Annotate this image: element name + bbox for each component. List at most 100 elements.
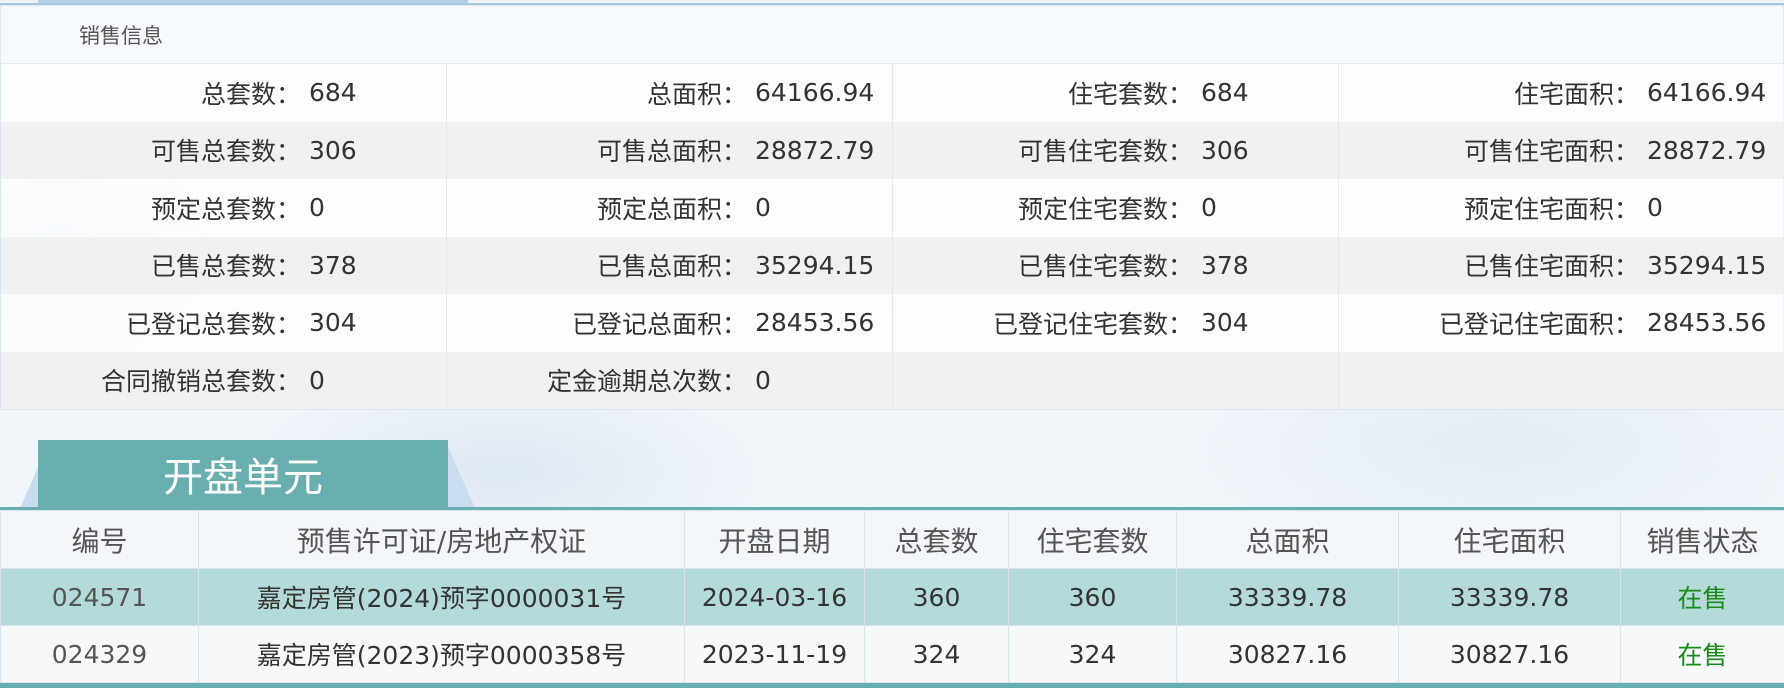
sales-label: 可售住宅套数： <box>1017 137 1193 167</box>
sales-label: 合同撤销总套数： <box>100 367 301 397</box>
sales-info-grid: 总套数： 684 总面积： 64166.94 住宅套数： 684 住宅面积： 64166… <box>1 64 1784 409</box>
sales-cell: 可售住宅面积： 28872.79 <box>1339 122 1784 180</box>
sales-value: 35294.15 <box>1647 250 1767 280</box>
sales-cell <box>1339 352 1784 410</box>
sales-cell: 可售总套数： 306 <box>1 121 447 179</box>
sales-label: 已登记总面积： <box>571 309 747 339</box>
open-units-table: 编号 预售许可证/房地产权证 开盘日期 总套数 住宅套数 总面积 住宅面积 销售… <box>0 510 1784 683</box>
sales-value: 306 <box>1201 135 1249 165</box>
column-header-residential-area: 住宅面积 <box>1398 510 1621 569</box>
table-row[interactable]: 024571 嘉定房管(2024)预字0000031号 2024-03-16 3… <box>0 568 1784 626</box>
open-date: 2023-11-19 <box>684 625 865 683</box>
sales-row: 已登记总套数： 304 已登记总面积： 28453.56 已登记住宅套数： 304 已… <box>1 294 1784 352</box>
total-units: 360 <box>864 568 1009 626</box>
unit-id: 024571 <box>0 568 199 626</box>
sales-value: 378 <box>1201 250 1249 280</box>
sales-value: 378 <box>309 250 357 280</box>
column-header-permit: 预售许可证/房地产权证 <box>198 510 685 569</box>
sale-status: 在售 <box>1620 625 1784 683</box>
sales-info-section: 销售信息 总套数： 684 总面积： 64166.94 住宅套数： 684 住宅面积：… <box>0 5 1784 410</box>
sales-value: 0 <box>309 365 325 395</box>
sales-label: 定金逾期总次数： <box>546 367 747 397</box>
residential-units: 360 <box>1008 568 1177 626</box>
sales-value: 304 <box>309 308 357 338</box>
unit-id: 024329 <box>0 625 199 683</box>
sales-label: 住宅套数： <box>1067 79 1193 109</box>
sales-value: 0 <box>1647 193 1663 223</box>
column-header-sale-status: 销售状态 <box>1620 510 1784 569</box>
residential-area: 33339.78 <box>1398 568 1621 626</box>
sale-status: 在售 <box>1620 568 1784 626</box>
sales-value: 306 <box>309 135 357 165</box>
sales-value: 684 <box>309 78 357 108</box>
sales-label: 可售总套数： <box>150 137 301 167</box>
total-units: 324 <box>864 625 1009 683</box>
sales-cell: 总面积： 64166.94 <box>447 64 893 122</box>
sales-row: 预定总套数： 0 预定总面积： 0 预定住宅套数： 0 预定住宅面积： 0 <box>1 179 1784 237</box>
sales-row: 总套数： 684 总面积： 64166.94 住宅套数： 684 住宅面积： 64166… <box>1 64 1784 122</box>
sales-value: 0 <box>755 193 771 223</box>
sales-label: 预定住宅面积： <box>1463 194 1639 224</box>
sales-cell: 合同撤销总套数： 0 <box>1 351 447 409</box>
sales-cell: 已售住宅面积： 35294.15 <box>1339 237 1784 295</box>
sales-cell: 定金逾期总次数： 0 <box>447 351 893 409</box>
sales-value: 28872.79 <box>1647 135 1767 165</box>
sales-cell: 预定总面积： 0 <box>447 179 893 237</box>
sales-row: 合同撤销总套数： 0 定金逾期总次数： 0 <box>1 351 1784 410</box>
sales-cell: 已登记住宅面积： 28453.56 <box>1339 294 1784 352</box>
column-header-id: 编号 <box>0 510 199 569</box>
sales-cell: 已售总套数： 378 <box>1 236 447 294</box>
sales-value: 64166.94 <box>1647 78 1767 108</box>
sales-cell: 已登记总套数： 304 <box>1 294 447 352</box>
sales-cell <box>893 351 1339 409</box>
total-area: 30827.16 <box>1176 625 1399 683</box>
sales-row: 可售总套数： 306 可售总面积： 28872.79 可售住宅套数： 306 可售住宅… <box>1 121 1784 180</box>
sales-cell: 预定住宅套数： 0 <box>893 179 1339 237</box>
sales-cell: 已登记住宅套数： 304 <box>893 294 1339 352</box>
table-header-row: 编号 预售许可证/房地产权证 开盘日期 总套数 住宅套数 总面积 住宅面积 销售… <box>0 510 1784 569</box>
sales-value: 28453.56 <box>1647 308 1767 338</box>
sales-label: 已售总面积： <box>596 252 747 282</box>
sales-label: 总套数： <box>200 79 301 109</box>
sales-label: 已登记住宅面积： <box>1438 309 1639 339</box>
sales-cell: 已登记总面积： 28453.56 <box>447 294 893 352</box>
sales-value: 0 <box>309 193 325 223</box>
total-area: 33339.78 <box>1176 568 1399 626</box>
sales-label: 已售住宅面积： <box>1463 252 1639 282</box>
open-date: 2024-03-16 <box>684 568 865 626</box>
sales-cell: 已售住宅套数： 378 <box>893 236 1339 294</box>
sales-label: 可售总面积： <box>596 137 747 167</box>
table-row[interactable]: 024329 嘉定房管(2023)预字0000358号 2023-11-19 3… <box>0 625 1784 683</box>
sales-info-title: 销售信息 <box>1 6 1783 64</box>
column-header-open-date: 开盘日期 <box>684 510 865 569</box>
sales-cell: 可售总面积： 28872.79 <box>447 121 893 179</box>
sales-value: 304 <box>1201 308 1249 338</box>
residential-units: 324 <box>1008 625 1177 683</box>
sales-value: 64166.94 <box>755 78 875 108</box>
sales-cell: 住宅套数： 684 <box>893 64 1339 122</box>
sales-value: 28453.56 <box>755 308 875 338</box>
open-units-tab[interactable]: 开盘单元 <box>38 440 448 508</box>
sales-value: 28872.79 <box>755 135 875 165</box>
sales-value: 35294.15 <box>755 250 875 280</box>
sales-cell: 总套数： 684 <box>1 64 447 122</box>
permit-link[interactable]: 嘉定房管(2023)预字0000358号 <box>198 625 685 683</box>
residential-area: 30827.16 <box>1398 625 1621 683</box>
sales-label: 已登记总套数： <box>125 309 301 339</box>
bottom-border <box>0 683 1784 688</box>
sales-value: 0 <box>755 365 771 395</box>
sales-cell: 已售总面积： 35294.15 <box>447 236 893 294</box>
sales-label: 预定住宅套数： <box>1017 194 1193 224</box>
sales-cell: 住宅面积： 64166.94 <box>1339 64 1784 122</box>
sales-label: 可售住宅面积： <box>1463 137 1639 167</box>
sales-cell: 可售住宅套数： 306 <box>893 121 1339 179</box>
sales-cell: 预定住宅面积： 0 <box>1339 179 1784 237</box>
column-header-total-units: 总套数 <box>864 510 1009 569</box>
sales-cell: 预定总套数： 0 <box>1 179 447 237</box>
sales-value: 0 <box>1201 193 1217 223</box>
column-header-total-area: 总面积 <box>1176 510 1399 569</box>
permit-link[interactable]: 嘉定房管(2024)预字0000031号 <box>198 568 685 626</box>
sales-label: 已售总套数： <box>150 252 301 282</box>
sales-label: 已售住宅套数： <box>1017 252 1193 282</box>
column-header-residential-units: 住宅套数 <box>1008 510 1177 569</box>
